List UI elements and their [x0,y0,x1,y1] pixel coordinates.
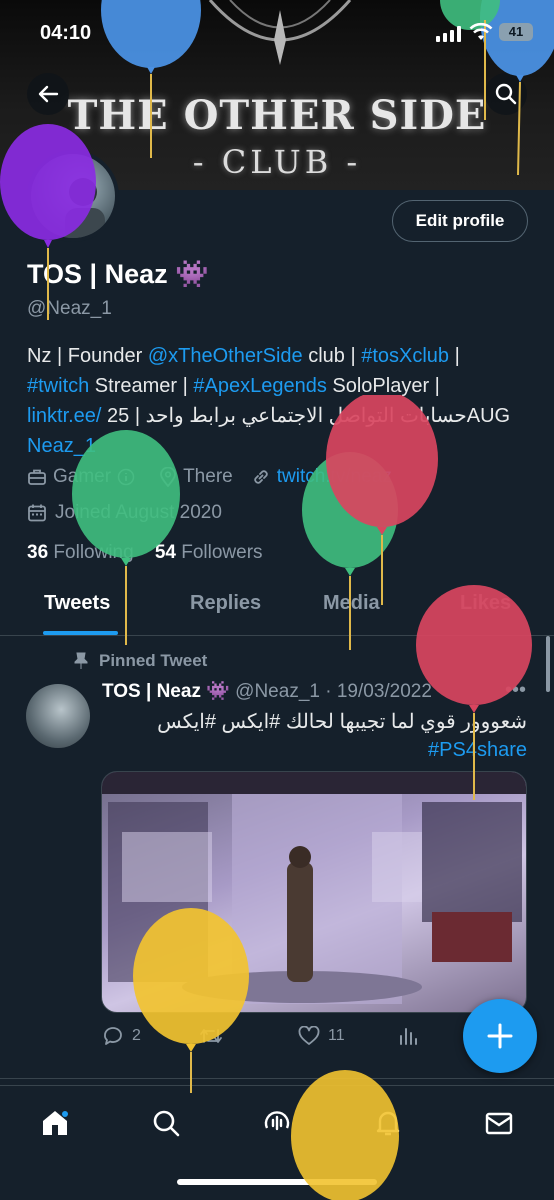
notifications-icon [376,1111,400,1136]
analytics-icon [400,1028,417,1045]
followers-link[interactable]: 54 Followers [155,542,263,563]
location-text: There [183,466,233,487]
tweet-avatar[interactable] [26,684,90,748]
profile-website[interactable]: twitch.tv/neaz [251,466,392,488]
profile-handle: @Neaz_1 [27,298,112,319]
back-arrow-icon [38,85,59,103]
followers-count: 54 [154,542,176,563]
status-bar: 04:10 41 [0,0,554,62]
tab-replies[interactable]: Replies [190,592,261,615]
follow-stats: 36 Following 54 Followers [27,542,263,564]
bio-line-4: Neaz_1 [27,431,527,461]
profile-avatar[interactable] [27,150,119,242]
bio-line-1: Nz | Founder @xTheOtherSide club | #tosX… [27,341,527,371]
reply-icon [104,1027,122,1045]
profile-name: TOS | Neaz 👾 [27,258,209,290]
reply-count: 2 [132,1027,141,1044]
profile-location: There [159,466,233,488]
tweet-more-icon[interactable]: ••• [505,679,526,702]
bio-url-link[interactable]: Neaz_1 [27,435,96,457]
game-screenshot [102,772,526,1004]
bio-mention-link[interactable]: @xTheOtherSide [148,345,303,367]
signal-icon [436,26,461,42]
active-tab-indicator [43,631,118,635]
nav-explore[interactable] [149,1106,183,1140]
home-icon [43,1111,68,1135]
tab-tweets[interactable]: Tweets [44,592,110,615]
avatar-photo [65,178,105,238]
retweet-button[interactable] [199,1026,231,1046]
profile-category: Gamer [27,466,141,488]
tweet-text: شعووور قوي لما تجيبها لحالك #ايكس #ايكس [157,711,527,733]
profile-tabs: Tweets Replies Media Likes [0,578,554,636]
scrollbar[interactable] [546,636,550,692]
heart-icon [298,1026,320,1045]
profile-display-name: TOS | Neaz [27,259,168,289]
following-count: 36 [27,542,49,563]
plus-icon [487,1023,513,1049]
bio-hashtag-link[interactable]: #twitch [27,375,89,397]
pinned-tweet-label: Pinned Tweet [73,651,207,671]
followers-label: Followers [181,542,263,563]
home-indicator [177,1179,377,1185]
search-button[interactable] [485,73,527,115]
bio-hashtag-link[interactable]: #ApexLegends [193,375,326,397]
website-link[interactable]: twitch.tv/neaz [277,466,392,488]
like-button[interactable]: 11 [298,1026,345,1046]
calendar-icon [28,504,46,522]
profile-joined: Joined August 2020 [27,502,222,524]
briefcase-icon [28,469,46,485]
tweet-header: TOS | Neaz 👾 @Neaz_1 · 19/03/2022 [102,679,542,703]
edit-profile-button[interactable]: Edit profile [392,200,528,242]
following-label: Following [53,542,134,563]
bio-hashtag-link[interactable]: #tosXclub [361,345,449,367]
retweet-icon [200,1029,222,1043]
bio-text: حسابات التواصل الاجتماعي برابط واحد | 25… [101,405,511,427]
following-link[interactable]: 36 Following [27,542,134,563]
reply-button[interactable]: 2 [102,1026,141,1046]
nav-messages[interactable] [482,1106,516,1140]
tweet-hashtag: #PS4share [102,736,527,764]
tab-likes[interactable]: Likes [460,592,511,615]
bio-text: club | [302,345,362,367]
profile-bio: Nz | Founder @xTheOtherSide club | #tosX… [27,341,527,461]
wifi-icon [469,22,493,40]
category-text: Gamer [53,466,112,487]
bio-text: Streamer | [89,375,194,397]
pin-icon [74,652,88,669]
status-time: 04:10 [40,22,92,44]
explore-icon [153,1110,180,1137]
bio-text: SoloPlayer | [326,375,440,397]
nav-notifications[interactable] [371,1106,405,1140]
tweet-author[interactable]: TOS | Neaz 👾 [102,681,230,702]
profile-meta: Gamer There twitch.tv/neaz [27,466,537,488]
alien-emoji-icon: 👾 [175,259,209,289]
link-icon [254,470,268,484]
banner-title: THE OTHER SIDE [67,92,487,139]
spaces-icon [264,1111,290,1131]
like-count: 11 [328,1027,345,1044]
bio-text: | [449,345,460,367]
bio-line-3: linktr.ee/ حسابات التواصل الاجتماعي براب… [27,401,527,431]
nav-home[interactable] [38,1106,72,1140]
hashtag-link[interactable]: #PS4share [428,739,527,761]
battery-indicator: 41 [499,23,533,41]
tweet-media-image[interactable] [101,771,527,1013]
info-icon[interactable] [117,468,135,486]
back-button[interactable] [27,73,69,115]
tab-media[interactable]: Media [323,592,380,615]
compose-tweet-button[interactable] [463,999,537,1073]
bio-line-2: #twitch Streamer | #ApexLegends SoloPlay… [27,371,527,401]
nav-spaces[interactable] [260,1106,294,1140]
search-icon [495,83,517,105]
location-pin-icon [160,467,176,487]
divider [0,1078,554,1079]
messages-icon [485,1112,513,1135]
tweet-handle-date: @Neaz_1 · 19/03/2022 [235,681,432,702]
pinned-text: Pinned Tweet [99,651,208,670]
analytics-button[interactable] [398,1026,426,1046]
bio-url-link[interactable]: linktr.ee/ [27,405,101,427]
bio-text: Nz | Founder [27,345,148,367]
joined-text: Joined August 2020 [55,502,222,523]
